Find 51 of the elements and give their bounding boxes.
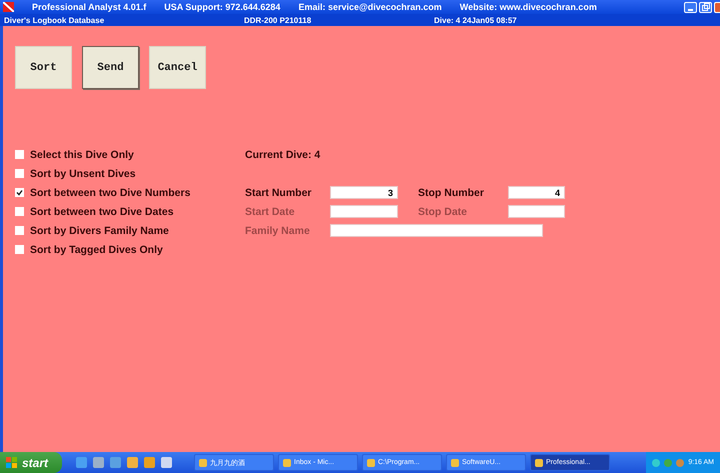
support-email: Email: service@divecochran.com <box>298 2 442 12</box>
support-phone: USA Support: 972.644.6284 <box>164 2 280 12</box>
windows-logo-icon <box>6 456 18 468</box>
checkbox[interactable] <box>15 188 24 197</box>
action-button[interactable]: Cancel <box>149 46 206 89</box>
option-label: Select this Dive Only <box>30 148 134 160</box>
checkbox[interactable] <box>15 169 24 178</box>
quick-launch-icon[interactable] <box>127 457 138 468</box>
quick-launch-icon[interactable] <box>76 457 87 468</box>
close-button[interactable] <box>714 2 720 12</box>
input-field[interactable] <box>330 224 543 237</box>
start-button[interactable]: start <box>0 452 62 473</box>
website-text: Website: www.divecochran.com <box>460 2 597 12</box>
field-label: Stop Date <box>418 206 468 218</box>
current-dive-label: Current Dive: 4 <box>245 148 320 160</box>
restore-button[interactable] <box>699 2 712 12</box>
option-label: Sort by Unsent Dives <box>30 168 136 180</box>
app-icon <box>451 458 459 466</box>
device-label: DDR-200 P210118 <box>244 16 312 24</box>
quick-launch-icon[interactable] <box>161 457 172 468</box>
action-button[interactable]: Send <box>82 46 139 89</box>
quick-launch-icon[interactable] <box>144 457 155 468</box>
field-label: Start Number <box>245 186 312 198</box>
checkbox[interactable] <box>15 226 24 235</box>
quick-launch-icon[interactable] <box>93 457 104 468</box>
option-label: Sort by Tagged Dives Only <box>30 244 163 256</box>
input-field[interactable]: 4 <box>508 186 565 199</box>
checkbox[interactable] <box>15 245 24 254</box>
option-label: Sort by Divers Family Name <box>30 224 169 236</box>
input-field[interactable] <box>508 205 565 218</box>
app-icon <box>283 458 291 466</box>
option-label: Sort between two Dive Numbers <box>30 186 190 198</box>
flag-icon <box>3 2 14 12</box>
field-label: Family Name <box>245 224 310 236</box>
restore-icon <box>702 3 710 11</box>
option-label: Sort between two Dive Dates <box>30 206 174 218</box>
checkbox[interactable] <box>15 150 24 159</box>
app-icon <box>199 458 207 466</box>
field-label: Start Date <box>245 206 295 218</box>
input-field[interactable]: 3 <box>330 186 398 199</box>
window-title: Professional Analyst 4.01.f <box>32 2 146 12</box>
minimize-button[interactable] <box>684 2 697 12</box>
action-button[interactable]: Sort <box>15 46 72 89</box>
app-icon <box>535 458 543 466</box>
dive-info: Dive: 4 24Jan05 08:57 <box>434 16 517 24</box>
input-field[interactable] <box>330 205 398 218</box>
field-label: Stop Number <box>418 186 484 198</box>
app-icon <box>367 458 375 466</box>
section-title: Diver's Logbook Database <box>4 16 106 24</box>
checkbox[interactable] <box>15 207 24 216</box>
quick-launch-icon[interactable] <box>110 457 121 468</box>
